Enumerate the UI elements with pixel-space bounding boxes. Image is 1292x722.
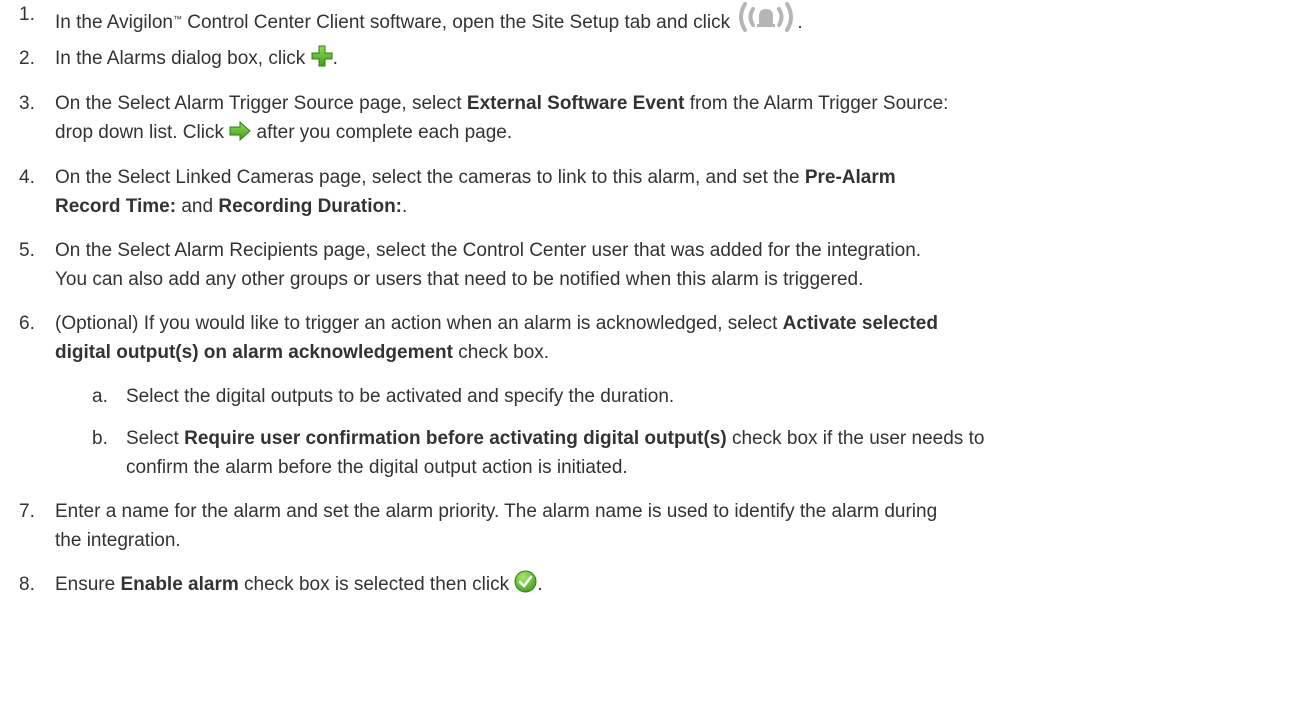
step-bold-text: digital output(s) on alarm acknowledgeme… [55,342,453,363]
step-6: 6. (Optional) If you would like to trigg… [0,309,1285,367]
step-text: . [402,196,408,217]
substep-a: a. Select the digital outputs to be acti… [0,382,1285,411]
step-text: check box is selected then click [238,574,515,595]
step-text: (Optional) If you would like to trigger … [55,313,783,334]
step-text: Enter a name for the alarm and set the a… [55,501,938,522]
step-bold-text: Pre-Alarm [804,167,896,188]
step-text: On the Select Linked Cameras page, selec… [55,167,805,188]
step-text: In the Alarms dialog box, click [55,48,311,69]
step-text: On the Select Alarm Trigger Source page,… [55,93,467,114]
substep-letter: b. [92,428,108,449]
step-4: 4. On the Select Linked Cameras page, se… [0,163,1285,221]
green-plus-icon [311,45,333,67]
step-number: 5. [19,240,35,261]
procedure-document: 1. In the Avigilon™ Control Center Clien… [0,0,1292,722]
step-number: 4. [19,167,35,188]
step-text: Control Center Client software, open the… [181,12,736,33]
step-bold-text: Activate selected [782,313,938,334]
step-text: from the Alarm Trigger Source: [684,93,949,114]
step-text: and [176,196,219,217]
step-8: 8. Ensure Enable alarm check box is sele… [0,570,1285,599]
step-number: 3. [19,93,35,114]
trademark-mark: ™ [172,14,182,24]
step-text: Ensure [55,574,121,595]
step-text: On the Select Alarm Recipients page, sel… [55,240,922,261]
alarm-bell-icon [735,0,797,34]
step-number: 1. [19,4,35,25]
substep-text: check box if the user needs to [726,428,985,449]
step-number: 2. [19,48,35,69]
step-text: after you complete each page. [251,122,513,143]
substep-letter: a. [92,386,108,407]
step-number: 8. [19,574,35,595]
step-text: In the Avigilon [55,12,173,33]
step-2: 2. In the Alarms dialog box, click . [0,44,1285,73]
step-3: 3. On the Select Alarm Trigger Source pa… [0,89,1285,147]
step-5: 5. On the Select Alarm Recipients page, … [0,236,1285,294]
green-check-circle-icon [514,570,537,593]
step-7: 7. Enter a name for the alarm and set th… [0,497,1285,555]
step-text: check box. [452,342,550,363]
step-text: . [332,48,338,69]
step-bold-text: External Software Event [466,93,685,114]
substep-b: b. Select Require user confirmation befo… [0,424,1285,482]
substep-text: Select the digital outputs to be activat… [126,386,675,407]
step-text: . [537,574,543,595]
step-text: drop down list. Click [55,122,230,143]
step-bold-text: Recording Duration: [218,196,403,217]
step-text: the integration. [55,530,181,551]
step-1: 1. In the Avigilon™ Control Center Clien… [0,0,1285,37]
substep-text: Select [126,428,185,449]
substep-text: confirm the alarm before the digital out… [126,457,628,478]
step-number: 6. [19,313,35,334]
step-text: . [797,12,803,33]
substep-bold-text: Require user confirmation before activat… [184,428,727,449]
step-bold-text: Enable alarm [120,574,239,595]
green-arrow-right-icon [229,121,251,141]
step-bold-text: Record Time: [55,196,177,217]
step-text: You can also add any other groups or use… [55,269,864,290]
step-number: 7. [19,501,35,522]
